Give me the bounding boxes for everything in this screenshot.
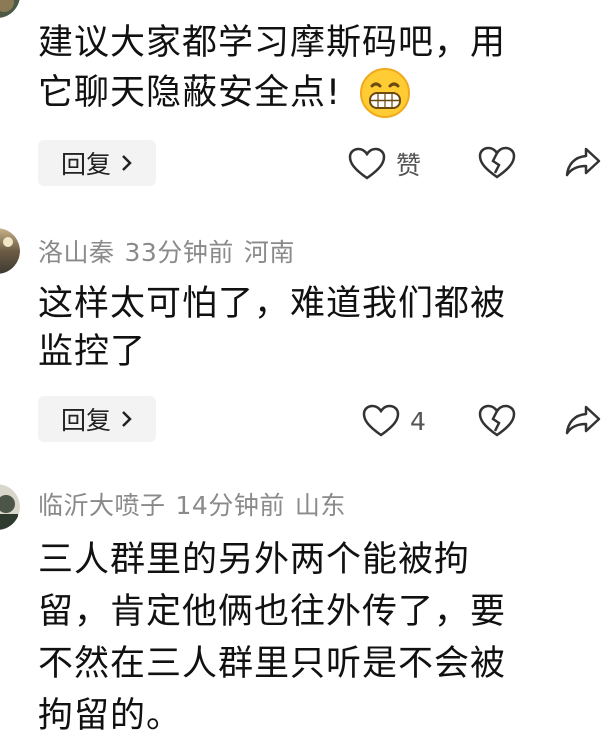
- comment-text-line: 不然在三人群里只听是不会被: [38, 644, 507, 684]
- like-button[interactable]: 4: [362, 404, 426, 438]
- broken-heart-icon: [478, 404, 516, 438]
- chevron-right-icon: [121, 154, 133, 172]
- heart-outline-icon: [362, 404, 400, 438]
- broken-heart-icon: [478, 146, 516, 180]
- reply-button-label: 回复: [60, 406, 111, 435]
- reply-button[interactable]: 回复: [38, 396, 156, 442]
- comment-meta: 临沂大喷子 14分钟前 山东: [38, 486, 356, 522]
- comment-time: 33分钟前: [124, 238, 234, 267]
- heart-outline-icon: [348, 147, 386, 181]
- avatar[interactable]: [0, 484, 20, 530]
- like-count: 4: [410, 406, 426, 436]
- comment-text-line: 这样太可怕了，难道我们都被: [38, 284, 507, 324]
- avatar[interactable]: [0, 0, 20, 18]
- comment-text-line: 拘留的。: [38, 696, 183, 736]
- like-button[interactable]: 赞: [348, 146, 421, 182]
- share-button[interactable]: [564, 146, 602, 178]
- share-arrow-icon: [564, 404, 602, 436]
- comment-text: 这样太可怕了，难道我们都被 监控了: [38, 280, 598, 376]
- comment-meta: 洛山秦 33分钟前 河南: [38, 233, 305, 269]
- dislike-button[interactable]: [478, 146, 516, 180]
- comment-location: 河南: [243, 238, 295, 267]
- author-name[interactable]: 临沂大喷子: [38, 491, 166, 520]
- grinning-face-emoji: [359, 67, 411, 119]
- comment-text-line: 它聊天隐蔽安全点!: [38, 73, 342, 113]
- comment-text-line: 建议大家都学习摩斯码吧，用: [38, 23, 507, 63]
- author-name[interactable]: 洛山秦: [38, 238, 115, 267]
- comment-text: 三人群里的另外两个能被拘 留，肯定他俩也往外传了，要 不然在三人群里只听是不会被…: [38, 534, 598, 742]
- comment-text-line: 监控了: [38, 332, 147, 372]
- like-label: 赞: [396, 151, 422, 180]
- share-arrow-icon: [564, 146, 602, 178]
- reply-button[interactable]: 回复: [38, 140, 156, 186]
- chevron-right-icon: [121, 410, 133, 428]
- avatar[interactable]: [0, 228, 20, 274]
- dislike-button[interactable]: [478, 404, 516, 438]
- share-button[interactable]: [564, 404, 602, 436]
- comment-text-line: 留，肯定他俩也往外传了，要: [38, 592, 507, 632]
- reply-button-label: 回复: [60, 150, 111, 179]
- comment-text: 建议大家都学习摩斯码吧，用 它聊天隐蔽安全点!: [38, 19, 598, 119]
- comment-location: 山东: [294, 491, 346, 520]
- comment-text-line: 三人群里的另外两个能被拘: [38, 540, 471, 580]
- comment-time: 14分钟前: [175, 491, 285, 520]
